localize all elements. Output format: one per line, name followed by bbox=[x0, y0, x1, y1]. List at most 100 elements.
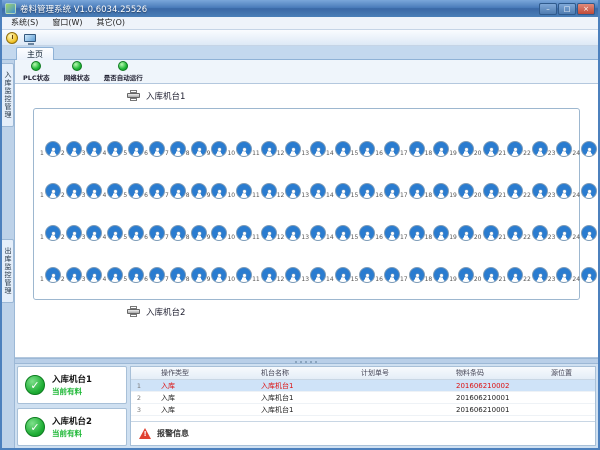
coil-slot[interactable]: 20 bbox=[474, 139, 499, 157]
close-button[interactable]: × bbox=[577, 3, 595, 15]
coil-slot[interactable]: 5 bbox=[123, 265, 144, 283]
coil-slot[interactable]: 15 bbox=[351, 265, 376, 283]
table-row[interactable]: 3入库入库机台1201606210001 bbox=[131, 404, 595, 416]
coil-slot[interactable]: 16 bbox=[375, 265, 400, 283]
coil-slot[interactable]: 2 bbox=[61, 265, 82, 283]
coil-slot[interactable]: 3 bbox=[82, 265, 103, 283]
coil-slot[interactable]: 12 bbox=[277, 223, 302, 241]
horizontal-splitter[interactable] bbox=[15, 358, 598, 364]
side-dock-tab[interactable]: 入库监控管理 bbox=[2, 63, 14, 127]
coil-slot[interactable]: 11 bbox=[252, 223, 277, 241]
coil-slot[interactable]: 7 bbox=[165, 139, 186, 157]
coil-slot[interactable]: 7 bbox=[165, 265, 186, 283]
table-row[interactable]: 2入库入库机台1201606210001 bbox=[131, 392, 595, 404]
coil-slot[interactable]: 15 bbox=[351, 139, 376, 157]
coil-slot[interactable]: 17 bbox=[400, 139, 425, 157]
coil-slot[interactable]: 7 bbox=[165, 223, 186, 241]
coil-slot[interactable]: 2 bbox=[61, 181, 82, 199]
coil-slot[interactable]: 23 bbox=[548, 181, 573, 199]
menu-item[interactable]: 窗口(W) bbox=[45, 17, 89, 29]
coil-slot[interactable]: 18 bbox=[425, 265, 450, 283]
coil-slot[interactable]: 19 bbox=[449, 265, 474, 283]
coil-slot[interactable]: 24 bbox=[572, 139, 597, 157]
coil-slot[interactable]: 9 bbox=[207, 139, 228, 157]
coil-slot[interactable]: 13 bbox=[301, 139, 326, 157]
maximize-button[interactable]: □ bbox=[558, 3, 576, 15]
coil-slot[interactable]: 4 bbox=[102, 223, 123, 241]
coil-slot[interactable]: 9 bbox=[207, 223, 228, 241]
coil-slot[interactable]: 3 bbox=[82, 223, 103, 241]
coil-slot[interactable]: 12 bbox=[277, 181, 302, 199]
coil-slot[interactable]: 22 bbox=[523, 265, 548, 283]
coil-slot[interactable]: 8 bbox=[186, 265, 207, 283]
coil-slot[interactable]: 17 bbox=[400, 265, 425, 283]
coil-slot[interactable]: 2 bbox=[61, 139, 82, 157]
column-header[interactable]: 机台名称 bbox=[247, 367, 347, 379]
coil-slot[interactable]: 1 bbox=[40, 223, 61, 241]
coil-slot[interactable]: 17 bbox=[400, 223, 425, 241]
column-header[interactable]: 物料条码 bbox=[442, 367, 537, 379]
coil-slot[interactable]: 8 bbox=[186, 139, 207, 157]
monitor-icon[interactable] bbox=[24, 34, 36, 42]
coil-slot[interactable]: 14 bbox=[326, 223, 351, 241]
coil-slot[interactable]: 18 bbox=[425, 139, 450, 157]
coil-slot[interactable]: 20 bbox=[474, 181, 499, 199]
column-header[interactable]: 计划单号 bbox=[347, 367, 442, 379]
coil-slot[interactable]: 6 bbox=[144, 181, 165, 199]
minimize-button[interactable]: – bbox=[539, 3, 557, 15]
coil-slot[interactable]: 6 bbox=[144, 265, 165, 283]
coil-slot[interactable]: 20 bbox=[474, 265, 499, 283]
coil-slot[interactable]: 3 bbox=[82, 139, 103, 157]
coil-slot[interactable]: 11 bbox=[252, 265, 277, 283]
coil-slot[interactable]: 22 bbox=[523, 181, 548, 199]
coil-slot[interactable]: 24 bbox=[572, 265, 597, 283]
coil-slot[interactable]: 21 bbox=[499, 181, 524, 199]
coil-slot[interactable]: 8 bbox=[186, 181, 207, 199]
coil-slot[interactable]: 4 bbox=[102, 265, 123, 283]
coil-slot[interactable]: 1 bbox=[40, 139, 61, 157]
column-header[interactable]: 操作类型 bbox=[147, 367, 247, 379]
coil-slot[interactable]: 4 bbox=[102, 139, 123, 157]
coil-slot[interactable]: 5 bbox=[123, 223, 144, 241]
coil-slot[interactable]: 22 bbox=[523, 223, 548, 241]
coil-slot[interactable]: 14 bbox=[326, 139, 351, 157]
coil-slot[interactable]: 7 bbox=[165, 181, 186, 199]
table-row[interactable]: 1入库入库机台1201606210002 bbox=[131, 380, 595, 392]
coil-slot[interactable]: 18 bbox=[425, 181, 450, 199]
coil-slot[interactable]: 14 bbox=[326, 265, 351, 283]
coil-slot[interactable]: 11 bbox=[252, 139, 277, 157]
coil-slot[interactable]: 18 bbox=[425, 223, 450, 241]
coil-slot[interactable]: 20 bbox=[474, 223, 499, 241]
coil-slot[interactable]: 10 bbox=[227, 265, 252, 283]
coil-slot[interactable]: 14 bbox=[326, 181, 351, 199]
coil-slot[interactable]: 21 bbox=[499, 265, 524, 283]
coil-slot[interactable]: 15 bbox=[351, 181, 376, 199]
coil-slot[interactable]: 19 bbox=[449, 223, 474, 241]
coil-slot[interactable]: 13 bbox=[301, 181, 326, 199]
coil-slot[interactable]: 24 bbox=[572, 181, 597, 199]
print-icon[interactable] bbox=[127, 90, 140, 102]
coil-slot[interactable]: 15 bbox=[351, 223, 376, 241]
coil-slot[interactable]: 6 bbox=[144, 223, 165, 241]
column-header[interactable]: 源位置 bbox=[537, 367, 595, 379]
coil-slot[interactable]: 16 bbox=[375, 181, 400, 199]
coil-slot[interactable]: 10 bbox=[227, 139, 252, 157]
coil-slot[interactable]: 22 bbox=[523, 139, 548, 157]
coil-slot[interactable]: 21 bbox=[499, 223, 524, 241]
coil-slot[interactable]: 19 bbox=[449, 181, 474, 199]
coil-slot[interactable]: 23 bbox=[548, 139, 573, 157]
coil-slot[interactable]: 17 bbox=[400, 181, 425, 199]
coil-slot[interactable]: 21 bbox=[499, 139, 524, 157]
coil-slot[interactable]: 24 bbox=[572, 223, 597, 241]
coil-slot[interactable]: 12 bbox=[277, 139, 302, 157]
print-icon[interactable] bbox=[127, 306, 140, 318]
coil-slot[interactable]: 1 bbox=[40, 181, 61, 199]
coil-slot[interactable]: 23 bbox=[548, 265, 573, 283]
coil-slot[interactable]: 11 bbox=[252, 181, 277, 199]
coil-slot[interactable]: 4 bbox=[102, 181, 123, 199]
coil-slot[interactable]: 19 bbox=[449, 139, 474, 157]
tab-home[interactable]: 主页 bbox=[16, 47, 54, 60]
coil-slot[interactable]: 13 bbox=[301, 223, 326, 241]
coil-slot[interactable]: 3 bbox=[82, 181, 103, 199]
side-dock-tab[interactable]: 出库监控管理 bbox=[2, 239, 14, 303]
